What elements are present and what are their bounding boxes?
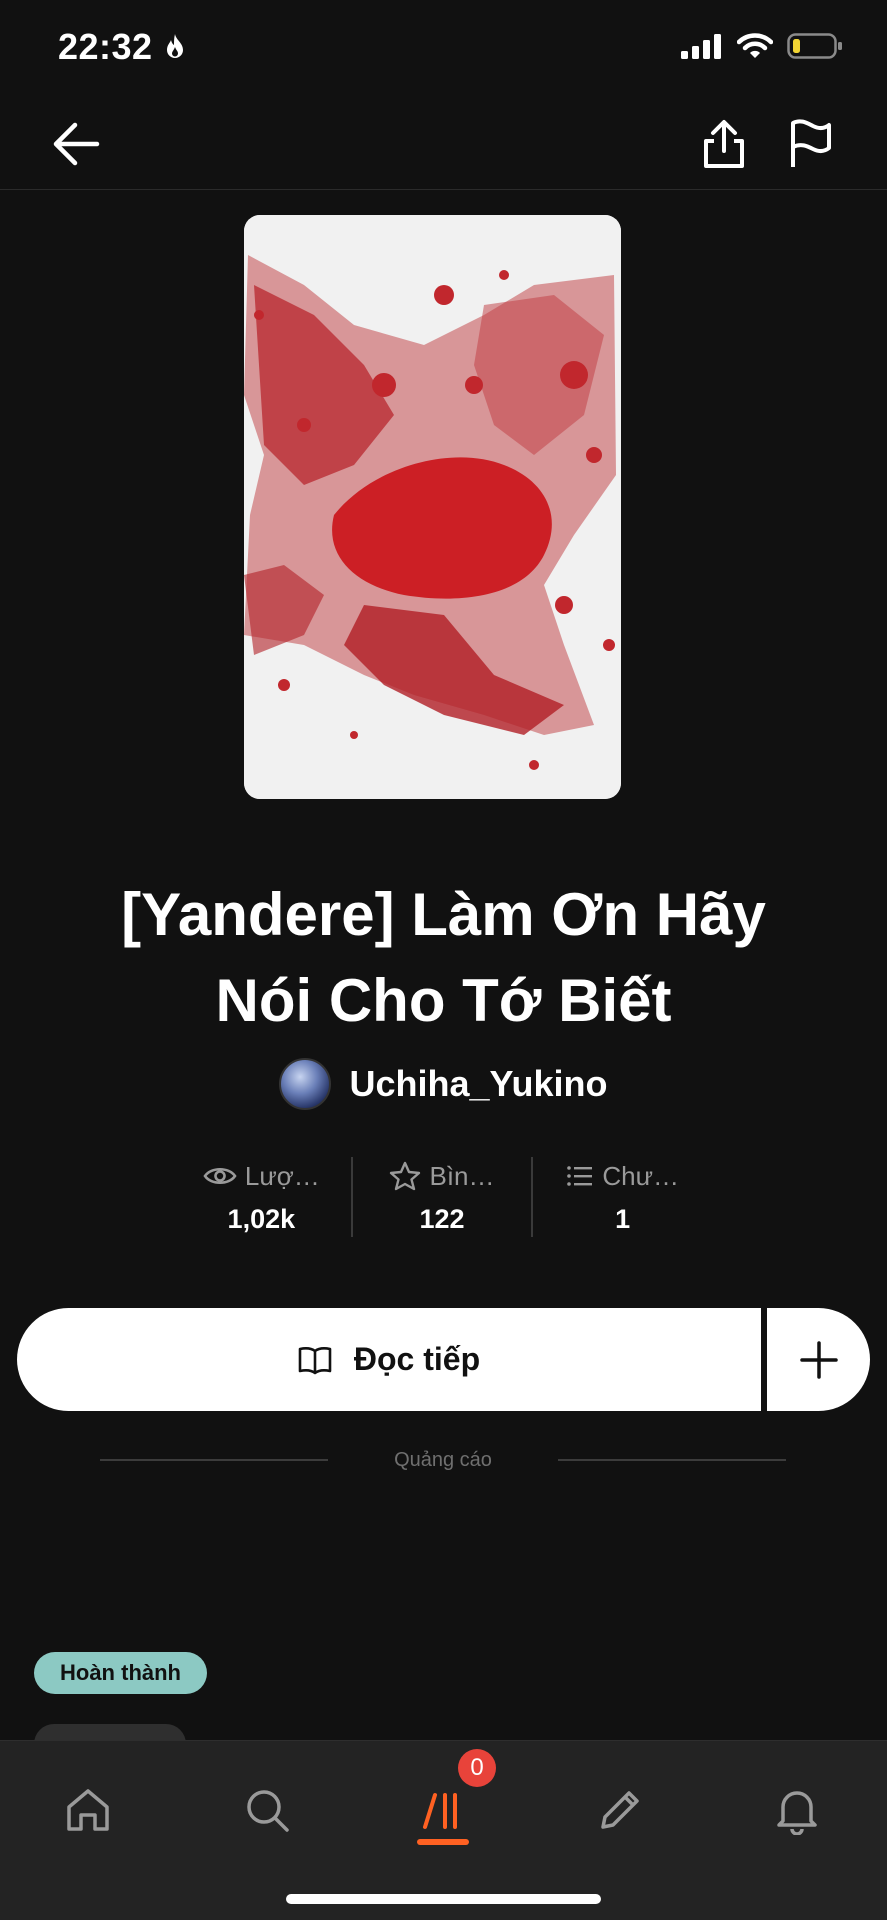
stat-reads-label: Lượ… bbox=[244, 1160, 320, 1191]
top-navigation bbox=[0, 98, 887, 190]
stat-reads: Lượ… 1,02k bbox=[172, 1155, 351, 1240]
author-row[interactable]: Uchiha_Yukino bbox=[0, 1056, 887, 1112]
story-stats: Lượ… 1,02k Bìn… 122 Chư… 1 bbox=[172, 1155, 712, 1240]
report-button[interactable] bbox=[778, 112, 842, 176]
tab-notifications[interactable] bbox=[752, 1765, 842, 1855]
continue-reading-button[interactable]: Đọc tiếp bbox=[17, 1308, 761, 1411]
flag-icon bbox=[791, 119, 831, 167]
stat-reads-value: 1,02k bbox=[227, 1203, 296, 1234]
flame-icon bbox=[167, 34, 184, 58]
open-book-icon bbox=[298, 1346, 332, 1374]
stat-chapters-value: 1 bbox=[615, 1203, 631, 1234]
wifi-icon bbox=[737, 33, 773, 58]
story-title-line-1: [Yandere] Làm Ơn Hãy bbox=[121, 881, 766, 948]
ad-label: Quảng cáo bbox=[394, 1448, 492, 1471]
ad-divider: Quảng cáo bbox=[100, 1448, 787, 1472]
active-tab-indicator bbox=[417, 1839, 469, 1845]
tab-home[interactable] bbox=[43, 1765, 133, 1855]
home-indicator bbox=[286, 1894, 601, 1904]
share-button[interactable] bbox=[692, 112, 756, 176]
story-cover[interactable] bbox=[244, 215, 621, 799]
plus-icon bbox=[799, 1340, 838, 1379]
star-icon bbox=[390, 1161, 421, 1191]
notification-badge: 0 bbox=[458, 1749, 496, 1787]
add-to-library-button[interactable] bbox=[767, 1308, 870, 1411]
eye-icon bbox=[203, 1167, 237, 1185]
search-icon bbox=[247, 1790, 289, 1832]
stat-votes-label: Bìn… bbox=[429, 1160, 495, 1191]
story-title: [Yandere] Làm Ơn Hãy Nói Cho Tớ Biết bbox=[40, 872, 847, 1044]
signal-icon bbox=[681, 34, 721, 59]
tab-search[interactable] bbox=[222, 1765, 312, 1855]
cover-art bbox=[244, 215, 621, 799]
bottom-tab-bar: 0 bbox=[0, 1740, 887, 1920]
list-icon bbox=[567, 1166, 593, 1186]
status-icons bbox=[681, 32, 843, 60]
author-name[interactable]: Uchiha_Yukino bbox=[349, 1063, 607, 1105]
author-avatar[interactable] bbox=[279, 1058, 332, 1110]
continue-reading-label: Đọc tiếp bbox=[353, 1341, 481, 1377]
battery-icon bbox=[787, 33, 842, 59]
home-icon bbox=[67, 1789, 109, 1831]
stat-chapters-label: Chư… bbox=[602, 1160, 679, 1191]
share-icon bbox=[704, 120, 744, 168]
pencil-icon bbox=[601, 1791, 639, 1829]
status-time: 22:32 bbox=[58, 26, 187, 68]
bell-icon bbox=[777, 1791, 817, 1835]
stat-votes-value: 122 bbox=[419, 1203, 465, 1234]
story-title-line-2: Nói Cho Tớ Biết bbox=[215, 967, 672, 1034]
tab-write[interactable] bbox=[575, 1765, 665, 1855]
status-badge: Hoàn thành bbox=[34, 1652, 207, 1694]
back-button[interactable] bbox=[44, 112, 108, 176]
stat-votes: Bìn… 122 bbox=[353, 1155, 532, 1240]
library-icon bbox=[423, 1793, 457, 1829]
stat-chapters: Chư… 1 bbox=[533, 1155, 712, 1240]
back-arrow-icon bbox=[53, 122, 100, 166]
status-bar: 22:32 bbox=[0, 0, 887, 98]
